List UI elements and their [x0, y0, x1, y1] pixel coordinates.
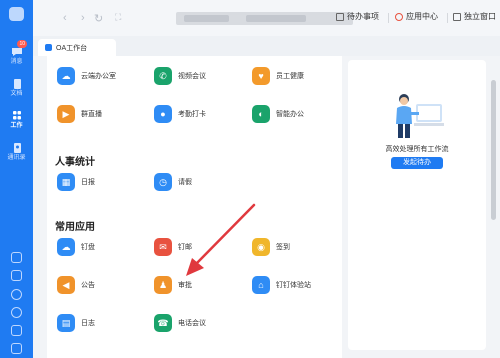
app-tile[interactable]: ● 考勤打卡	[154, 105, 206, 123]
app-label: 请假	[178, 179, 192, 186]
app-tile[interactable]: ◷ 请假	[154, 173, 192, 191]
todo-side-panel: 高效处理所有工作流 发起待办	[348, 60, 486, 350]
approval-icon: ♟	[154, 276, 172, 294]
location-icon: ●	[154, 105, 172, 123]
office-worker-illustration	[396, 94, 444, 138]
app-tile[interactable]: ▶ 群直播	[57, 105, 102, 123]
phone-icon: ✆	[154, 67, 172, 85]
left-rail: 10 消息 文档 工作 通讯录	[0, 0, 33, 358]
tab-label: OA工作台	[56, 44, 88, 52]
smart-icon: ◐	[252, 105, 270, 123]
section-title-hr-stats: 人事统计	[55, 157, 95, 168]
section-title-common-apps: 常用应用	[55, 222, 95, 233]
tab-row: OA工作台	[33, 36, 500, 56]
app-center-button[interactable]: 应用中心	[395, 11, 438, 22]
app-label: 公告	[81, 282, 95, 289]
oa-tab-icon	[45, 44, 52, 51]
side-caption: 高效处理所有工作流	[385, 146, 449, 153]
app-label: 签到	[276, 244, 290, 251]
contacts-icon	[11, 140, 23, 153]
app-label: 钉盘	[81, 244, 95, 251]
nav-label: 工作	[10, 123, 23, 129]
cloud-drive-icon: ☁	[57, 238, 75, 256]
calendar-icon: ▦	[57, 173, 75, 191]
app-tile[interactable]: ✉ 钉邮	[154, 238, 192, 256]
calendar-tool-icon[interactable]	[11, 252, 22, 263]
app-tile[interactable]: ☎ 电话会议	[154, 314, 206, 332]
app-tile[interactable]: ♟ 审批	[154, 276, 192, 294]
clock-icon: ◷	[154, 173, 172, 191]
app-label: 员工健康	[276, 73, 304, 80]
app-label: 智能办公	[276, 111, 304, 118]
task-tool-icon[interactable]	[11, 270, 22, 281]
app-center-icon	[395, 12, 403, 21]
nav-messages[interactable]: 10 消息	[0, 40, 33, 65]
app-tile[interactable]: ◉ 签到	[252, 238, 290, 256]
nav-label: 文档	[10, 91, 23, 97]
nav-work[interactable]: 工作	[0, 108, 33, 129]
app-tile[interactable]: ♥ 员工健康	[252, 67, 304, 85]
live-icon: ▶	[57, 105, 75, 123]
standalone-window-label: 独立窗口	[464, 12, 496, 21]
mail-icon: ✉	[154, 238, 172, 256]
more-tool-icon[interactable]	[11, 343, 22, 354]
blurred-text	[184, 15, 229, 22]
app-tile[interactable]: ◀ 公告	[57, 276, 95, 294]
app-label: 审批	[178, 282, 192, 289]
app-tile[interactable]: ▤ 日志	[57, 314, 95, 332]
experience-icon: ⌂	[252, 276, 270, 294]
flash-tool-icon[interactable]	[11, 289, 22, 300]
nav-contacts[interactable]: 通讯录	[0, 140, 33, 161]
app-tile[interactable]: ✆ 视频会议	[154, 67, 206, 85]
app-label: 考勤打卡	[178, 111, 206, 118]
app-label: 钉邮	[178, 244, 192, 251]
log-icon: ▤	[57, 314, 75, 332]
app-logo	[9, 7, 24, 21]
divider	[447, 13, 448, 23]
heart-icon: ♥	[252, 67, 270, 85]
blurred-text	[246, 15, 306, 22]
expand-icon[interactable]: ⛶	[115, 12, 121, 23]
scrollbar[interactable]	[491, 80, 496, 220]
mail-tool-icon[interactable]	[11, 325, 22, 336]
app-label: 群直播	[81, 111, 102, 118]
app-tile[interactable]: ⌂ 钉钉体验站	[252, 276, 311, 294]
window-icon	[453, 12, 461, 21]
app-label: 钉钉体验站	[276, 282, 311, 289]
app-tile[interactable]: ☁ 钉盘	[57, 238, 95, 256]
todo-button[interactable]: 待办事项	[336, 11, 379, 22]
nav-docs[interactable]: 文档	[0, 76, 33, 97]
divider	[388, 13, 389, 23]
todo-label: 待办事项	[347, 12, 379, 21]
unread-badge: 10	[17, 40, 27, 48]
app-label: 电话会议	[178, 320, 206, 327]
conference-call-icon: ☎	[154, 314, 172, 332]
phone-tool-icon[interactable]	[11, 307, 22, 318]
back-icon[interactable]: ‹	[63, 12, 67, 24]
nav-label: 消息	[10, 59, 23, 65]
document-icon	[11, 76, 23, 89]
forward-icon[interactable]: ›	[81, 12, 85, 24]
pin-icon: ◉	[252, 238, 270, 256]
app-label: 云端办公室	[81, 73, 116, 80]
app-label: 日报	[81, 179, 95, 186]
megaphone-icon: ◀	[57, 276, 75, 294]
grid-icon	[11, 108, 23, 120]
tab-oa-workbench[interactable]: OA工作台	[38, 39, 116, 56]
start-todo-button[interactable]: 发起待办	[391, 157, 443, 169]
cloud-icon: ☁	[57, 67, 75, 85]
app-tile[interactable]: ◐ 智能办公	[252, 105, 304, 123]
top-bar: ‹ › ↻ ⛶ 待办事项 应用中心 独立窗口	[33, 0, 500, 36]
app-tile[interactable]: ☁ 云端办公室	[57, 67, 116, 85]
app-center-label: 应用中心	[406, 12, 438, 21]
app-label: 日志	[81, 320, 95, 327]
app-label: 视频会议	[178, 73, 206, 80]
address-bar[interactable]	[176, 12, 353, 25]
nav-label: 通讯录	[7, 155, 26, 161]
workbench-content: ☁ 云端办公室 ✆ 视频会议 ♥ 员工健康 ▶ 群直播 ● 考勤打卡 ◐ 智能办公 人事统计 ▦ 日报 ◷…	[47, 56, 342, 358]
checkbox-icon	[336, 12, 344, 21]
app-tile[interactable]: ▦ 日报	[57, 173, 95, 191]
refresh-icon[interactable]: ↻	[94, 12, 103, 25]
standalone-window-button[interactable]: 独立窗口	[453, 11, 496, 22]
